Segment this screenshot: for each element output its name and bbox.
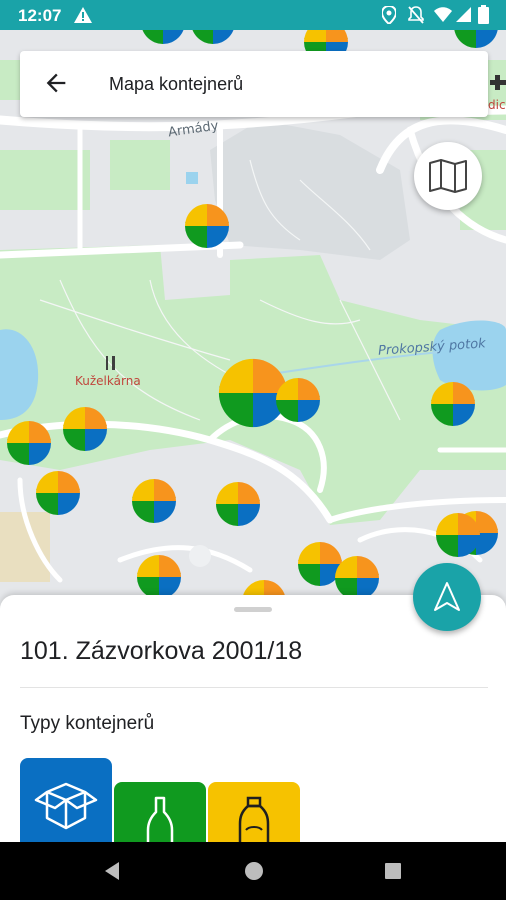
- container-marker[interactable]: [216, 482, 260, 526]
- status-bar: 12:07: [0, 0, 506, 30]
- park-area: [110, 140, 170, 190]
- home-nav-icon[interactable]: [244, 861, 264, 881]
- battery-icon: [478, 5, 489, 24]
- container-marker[interactable]: [218, 358, 288, 428]
- container-type-plastic[interactable]: [208, 782, 300, 842]
- drag-handle[interactable]: [234, 607, 272, 612]
- location-icon: [382, 6, 396, 24]
- container-marker[interactable]: [185, 204, 229, 248]
- page-title: Mapa kontejnerů: [109, 74, 244, 94]
- container-marker[interactable]: [335, 556, 379, 600]
- back-nav-icon[interactable]: [103, 861, 121, 881]
- map-icon: [429, 159, 467, 193]
- toolbar: Mapa kontejnerů: [20, 51, 488, 117]
- wifi-icon: [434, 7, 452, 22]
- bottom-sheet[interactable]: 101. Zázvorkova 2001/18 Typy kontejnerů: [0, 595, 506, 842]
- container-marker[interactable]: [276, 378, 320, 422]
- container-marker[interactable]: [132, 479, 176, 523]
- bottle-icon: [146, 796, 174, 842]
- clock: 12:07: [18, 6, 62, 25]
- container-marker[interactable]: [137, 555, 181, 599]
- edge-label: dic: [488, 98, 506, 112]
- container-marker[interactable]: [431, 382, 475, 426]
- location-title: 101. Zázvorkova 2001/18: [20, 637, 303, 665]
- container-types-heading: Typy kontejnerů: [20, 713, 155, 734]
- back-arrow-icon[interactable]: [42, 69, 70, 97]
- container-marker[interactable]: [7, 421, 51, 465]
- divider: [20, 687, 488, 688]
- navigation-arrow-icon: [434, 582, 460, 611]
- poi-label[interactable]: Kuželkárna: [75, 374, 141, 388]
- signal-icon: [456, 7, 471, 22]
- plastic-bottle-icon: [238, 796, 270, 842]
- box-icon: [34, 782, 98, 830]
- park-area: [0, 150, 90, 210]
- container-types-list: [20, 758, 320, 842]
- container-type-glass[interactable]: [114, 782, 206, 842]
- container-marker[interactable]: [436, 513, 480, 557]
- recents-nav-icon[interactable]: [384, 862, 402, 880]
- navigate-button[interactable]: [413, 563, 481, 631]
- container-type-paper[interactable]: [20, 758, 112, 842]
- system-nav-bar: [0, 842, 506, 900]
- map-layer-button[interactable]: [414, 142, 482, 210]
- container-marker[interactable]: [63, 407, 107, 451]
- container-marker[interactable]: [36, 471, 80, 515]
- map-canvas[interactable]: [0, 30, 506, 630]
- map-view[interactable]: Armády Kuželkárna Prokopský potok dic: [0, 30, 506, 630]
- mute-icon: [408, 6, 424, 24]
- lake: [432, 320, 506, 391]
- gray-dot: [189, 545, 211, 567]
- warning-icon: [74, 7, 92, 23]
